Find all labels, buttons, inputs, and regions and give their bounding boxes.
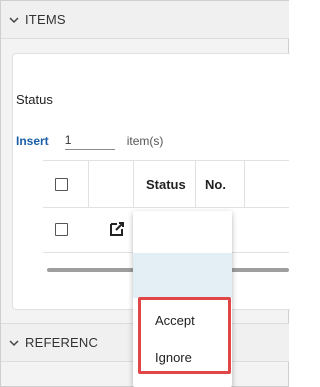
column-header-no[interactable]: No. <box>205 161 226 207</box>
select-all-cell <box>55 161 68 207</box>
insert-unit-label: item(s) <box>126 134 164 148</box>
column-header-status[interactable]: Status <box>146 161 186 207</box>
insert-button[interactable]: Insert <box>16 134 49 148</box>
items-section-header[interactable]: ITEMS <box>1 1 289 39</box>
insert-count-input[interactable]: 1 <box>64 133 115 150</box>
chevron-down-icon <box>9 339 19 346</box>
edit-external-icon[interactable] <box>109 221 125 237</box>
references-section-title: REFERENC <box>25 335 99 350</box>
row-checkbox[interactable] <box>55 222 68 236</box>
annotation-highlight-box <box>138 297 231 374</box>
table-header-row: Status No. <box>43 160 289 208</box>
row-edit-cell <box>109 206 125 252</box>
status-panel-title: Status <box>16 92 53 107</box>
row-select-cell <box>55 206 68 252</box>
items-section-title: ITEMS <box>25 12 66 27</box>
status-option-blank-hover[interactable] <box>133 253 232 298</box>
chevron-down-icon <box>9 16 19 23</box>
status-option-blank[interactable] <box>133 211 232 253</box>
select-all-checkbox[interactable] <box>55 177 68 191</box>
insert-row: Insert 1 item(s) <box>16 131 163 151</box>
